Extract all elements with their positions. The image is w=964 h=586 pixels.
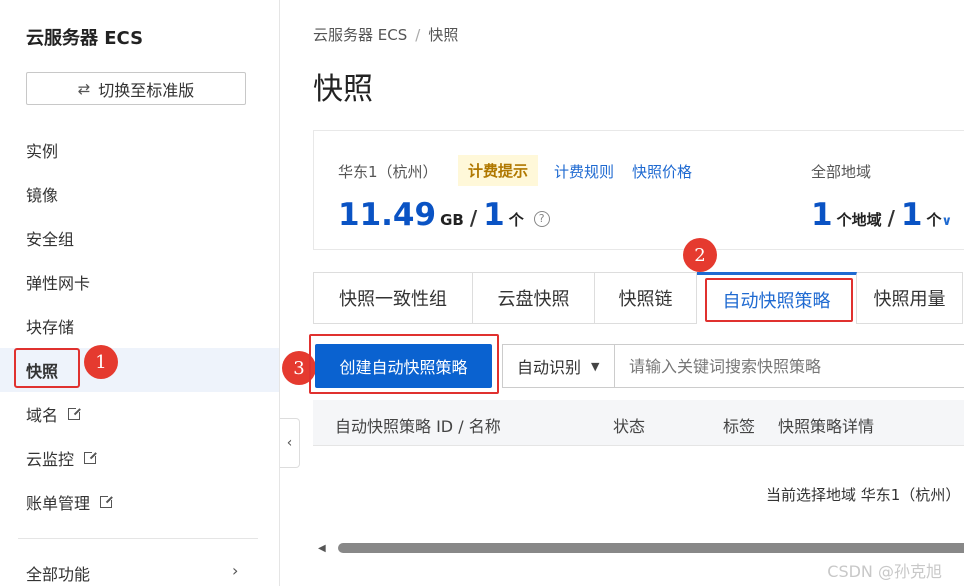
chevron-right-icon[interactable]: › <box>232 561 238 580</box>
sidebar-item-label: 域名 <box>26 406 59 425</box>
column-header-id-name: 自动快照策略 ID / 名称 <box>335 417 501 436</box>
sidebar-divider <box>18 538 258 539</box>
region-usage-stat: 11.49 GB /1 个? <box>338 197 550 233</box>
sidebar-item-block-storage[interactable]: 块存储 <box>0 304 279 348</box>
chevron-left-icon: ‹ <box>286 435 293 451</box>
breadcrumb-current: 快照 <box>428 26 459 44</box>
billing-tip-badge[interactable]: 计费提示 <box>458 155 539 186</box>
external-link-icon <box>84 450 99 464</box>
annotation-highlight-snapshot <box>14 348 80 388</box>
sidebar-item-label: 块存储 <box>26 318 75 337</box>
search-bar: 自动识别 ▼ <box>502 344 964 388</box>
tab-snapshot-usage[interactable]: 快照用量 <box>857 272 963 324</box>
breadcrumb-root[interactable]: 云服务器 ECS <box>313 26 407 44</box>
breadcrumb: 云服务器 ECS / 快照 <box>313 24 458 45</box>
snapshot-tabs: 快照一致性组 云盘快照 快照链 自动快照策略 快照用量 <box>313 272 963 324</box>
switch-standard-button[interactable]: ⇄ 切换至标准版 <box>26 72 246 105</box>
sidebar: 云服务器 ECS ⇄ 切换至标准版 实例 镜像 安全组 弹性网卡 块存储 快照 … <box>0 0 280 586</box>
sidebar-item-label: 实例 <box>26 142 59 161</box>
region-label: 华东1（杭州） <box>338 163 438 181</box>
all-functions-link[interactable]: 全部功能 <box>26 561 90 585</box>
scrollbar-thumb[interactable] <box>338 543 964 553</box>
sidebar-item-cloud-monitor[interactable]: 云监控 <box>0 436 279 480</box>
region-count: 1 <box>811 197 833 233</box>
sidebar-item-billing[interactable]: 账单管理 <box>0 480 279 524</box>
tab-consistency-group[interactable]: 快照一致性组 <box>313 272 473 324</box>
sidebar-item-instances[interactable]: 实例 <box>0 128 279 172</box>
swap-icon: ⇄ <box>77 79 91 98</box>
sidebar-item-security-groups[interactable]: 安全组 <box>0 216 279 260</box>
collapse-sidebar-handle[interactable]: ‹ <box>280 418 300 468</box>
sidebar-nav: 实例 镜像 安全组 弹性网卡 块存储 快照 域名 云监控 账单管理 <box>0 128 279 524</box>
sidebar-item-label: 镜像 <box>26 186 59 205</box>
sidebar-item-domains[interactable]: 域名 <box>0 392 279 436</box>
sidebar-title: 云服务器 ECS <box>26 28 144 49</box>
help-icon[interactable]: ? <box>533 211 550 227</box>
search-mode-select[interactable]: 自动识别 ▼ <box>503 345 615 387</box>
external-link-icon <box>100 494 115 508</box>
count-value: 1 <box>483 197 505 233</box>
switch-button-label: 切换至标准版 <box>98 80 195 100</box>
column-header-tags: 标签 <box>723 417 756 436</box>
sidebar-item-label: 弹性网卡 <box>26 274 91 293</box>
region-count-unit: 个地域 <box>836 211 882 229</box>
billing-rules-link[interactable]: 计费规则 <box>554 161 614 182</box>
watermark: CSDN @孙克旭 <box>827 562 942 581</box>
tab-snapshot-chain[interactable]: 快照链 <box>595 272 697 324</box>
size-value: 11.49 <box>338 197 437 233</box>
column-header-status: 状态 <box>613 417 646 436</box>
total-count-unit: 个 <box>926 211 942 229</box>
annotation-badge-2: 2 <box>683 238 717 272</box>
sidebar-item-label: 安全组 <box>26 230 75 249</box>
sidebar-item-eni[interactable]: 弹性网卡 <box>0 260 279 304</box>
page-title: 快照 <box>313 72 373 107</box>
horizontal-scrollbar[interactable]: ◀ <box>318 540 964 556</box>
search-input[interactable] <box>615 346 955 386</box>
sidebar-item-label: 云监控 <box>26 450 75 469</box>
count-unit: 个 <box>508 211 524 229</box>
size-unit: GB <box>440 211 464 229</box>
chevron-down-icon[interactable]: ∨ <box>942 214 953 229</box>
external-link-icon <box>68 406 83 420</box>
empty-state-note: 当前选择地域 华东1（杭州） <box>766 486 961 504</box>
stat-slash: / <box>469 206 478 230</box>
annotation-badge-1: 1 <box>84 345 118 379</box>
all-regions-stat[interactable]: 1 个地域/1 个∨ <box>811 197 952 233</box>
create-auto-snapshot-policy-button[interactable]: 创建自动快照策略 <box>315 344 492 388</box>
stat-slash: / <box>887 206 895 230</box>
total-count: 1 <box>900 197 923 233</box>
tab-disk-snapshots[interactable]: 云盘快照 <box>473 272 595 324</box>
policy-table-header: 自动快照策略 ID / 名称 状态 标签 快照策略详情 <box>313 400 964 446</box>
snapshot-summary-card: 华东1（杭州） 计费提示 计费规则 快照价格 11.49 GB/1 个? 全部地域 … <box>313 130 964 250</box>
annotation-highlight-tab <box>705 278 853 322</box>
sidebar-item-images[interactable]: 镜像 <box>0 172 279 216</box>
all-regions-label: 全部地域 <box>811 163 872 181</box>
scroll-left-arrow-icon[interactable]: ◀ <box>318 543 332 554</box>
caret-down-icon: ▼ <box>591 359 600 373</box>
column-header-policy-details: 快照策略详情 <box>778 417 875 436</box>
snapshot-price-link[interactable]: 快照价格 <box>632 161 692 182</box>
sidebar-item-label: 账单管理 <box>26 494 91 513</box>
breadcrumb-separator: / <box>415 26 421 44</box>
search-mode-value: 自动识别 <box>517 358 582 377</box>
